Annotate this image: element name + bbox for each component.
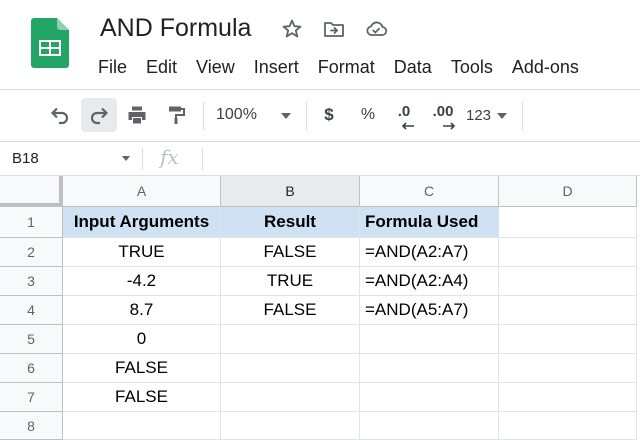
cell-c5[interactable]: [360, 325, 499, 354]
cell-b1[interactable]: Result: [221, 207, 360, 238]
percent-format-button[interactable]: %: [355, 98, 381, 132]
column-header-b[interactable]: B: [221, 176, 360, 207]
cell-c8[interactable]: [360, 412, 499, 440]
more-formats-dropdown-icon: [497, 113, 507, 119]
row-header-5[interactable]: 5: [0, 325, 63, 354]
arrow-right-icon: [443, 122, 456, 130]
menu-data[interactable]: Data: [394, 56, 432, 80]
cell-d7[interactable]: [499, 383, 637, 412]
name-box-value: B18: [12, 150, 39, 167]
zoom-value: 100%: [216, 106, 257, 123]
more-formats-button[interactable]: 123: [466, 98, 512, 132]
arrow-left-icon: [401, 122, 414, 130]
zoom-dropdown-icon: [281, 113, 291, 119]
formula-input[interactable]: [210, 146, 630, 172]
row-header-6[interactable]: 6: [0, 354, 63, 383]
cell-b8[interactable]: [221, 412, 360, 440]
row-header-4[interactable]: 4: [0, 296, 63, 325]
cell-d5[interactable]: [499, 325, 637, 354]
cell-b2[interactable]: FALSE: [221, 238, 360, 267]
cell-c7[interactable]: [360, 383, 499, 412]
formula-bar-divider: [142, 148, 143, 170]
spreadsheet-grid: A B C D 1 2 3 4 5 6 7 8 Input Arguments …: [0, 176, 640, 440]
cell-b5[interactable]: [221, 325, 360, 354]
cell-c6[interactable]: [360, 354, 499, 383]
select-all-corner[interactable]: [0, 176, 63, 207]
toolbar-divider: [522, 102, 523, 130]
cell-a2[interactable]: TRUE: [63, 238, 221, 267]
row-header-3[interactable]: 3: [0, 267, 63, 296]
row-header-1[interactable]: 1: [0, 207, 63, 238]
cell-b6[interactable]: [221, 354, 360, 383]
cell-c3[interactable]: =AND(A2:A4): [360, 267, 499, 296]
menu-format[interactable]: Format: [318, 56, 375, 80]
decrease-decimal-button[interactable]: .0: [389, 98, 419, 132]
print-icon: [128, 106, 146, 124]
formula-bar-divider: [202, 148, 203, 170]
cell-d1[interactable]: [499, 207, 637, 238]
zoom-select[interactable]: 100%: [216, 98, 298, 132]
menu-view[interactable]: View: [196, 56, 235, 80]
toolbar-divider: [306, 102, 307, 130]
cell-b4[interactable]: FALSE: [221, 296, 360, 325]
paint-format-button[interactable]: [160, 98, 192, 132]
sheets-logo-icon[interactable]: [31, 18, 69, 68]
cell-a3[interactable]: -4.2: [63, 267, 221, 296]
row-header-7[interactable]: 7: [0, 383, 63, 412]
cell-a1[interactable]: Input Arguments: [63, 207, 221, 238]
currency-format-button[interactable]: $: [316, 98, 342, 132]
cell-a6[interactable]: FALSE: [63, 354, 221, 383]
menu-file[interactable]: File: [98, 56, 127, 80]
cell-a4[interactable]: 8.7: [63, 296, 221, 325]
cell-d2[interactable]: [499, 238, 637, 267]
menu-add-ons[interactable]: Add-ons: [512, 56, 579, 80]
toolbar-divider: [203, 102, 204, 130]
undo-button[interactable]: [44, 98, 76, 132]
cell-d8[interactable]: [499, 412, 637, 440]
cell-a8[interactable]: [63, 412, 221, 440]
print-button[interactable]: [121, 98, 153, 132]
cell-b3[interactable]: TRUE: [221, 267, 360, 296]
move-to-folder-icon[interactable]: [322, 17, 346, 41]
document-title[interactable]: AND Formula: [100, 14, 251, 43]
cell-c1[interactable]: Formula Used: [360, 207, 499, 238]
name-box[interactable]: B18: [0, 142, 142, 175]
menu-insert[interactable]: Insert: [254, 56, 299, 80]
toolbar: 100% $ % .0 .00 123: [0, 89, 640, 139]
column-header-a[interactable]: A: [63, 176, 221, 207]
menu-bar: File Edit View Insert Format Data Tools …: [98, 56, 598, 80]
column-header-c[interactable]: C: [360, 176, 499, 207]
cloud-saved-icon[interactable]: [364, 17, 388, 41]
menu-edit[interactable]: Edit: [146, 56, 177, 80]
redo-icon: [90, 107, 109, 125]
redo-button[interactable]: [81, 98, 117, 132]
cell-a7[interactable]: FALSE: [63, 383, 221, 412]
cell-c4[interactable]: =AND(A5:A7): [360, 296, 499, 325]
cell-b7[interactable]: [221, 383, 360, 412]
function-icon: fx: [160, 145, 179, 169]
cell-c2[interactable]: =AND(A2:A7): [360, 238, 499, 267]
cell-d4[interactable]: [499, 296, 637, 325]
formula-bar: B18 fx: [0, 141, 640, 176]
cell-a5[interactable]: 0: [63, 325, 221, 354]
cell-d3[interactable]: [499, 267, 637, 296]
row-header-8[interactable]: 8: [0, 412, 63, 440]
paint-format-icon: [169, 106, 185, 124]
star-icon[interactable]: [280, 17, 304, 41]
name-box-dropdown-icon[interactable]: [122, 156, 130, 161]
column-header-d[interactable]: D: [499, 176, 637, 207]
app-header: AND Formula File Edit View Insert Format…: [0, 0, 640, 88]
menu-tools[interactable]: Tools: [451, 56, 493, 80]
row-header-2[interactable]: 2: [0, 238, 63, 267]
undo-icon: [50, 107, 69, 125]
increase-decimal-button[interactable]: .00: [426, 98, 460, 132]
cell-d6[interactable]: [499, 354, 637, 383]
